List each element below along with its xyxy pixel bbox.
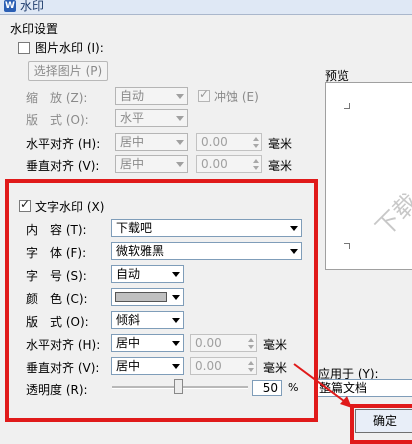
picture-watermark-label: 图片水印 (I):: [35, 41, 104, 55]
washout-checkbox[interactable]: [198, 87, 210, 102]
chevron-down-icon: [176, 94, 184, 99]
picture-valign-offset[interactable]: 0.00: [196, 155, 262, 173]
spin-up-icon: [253, 159, 259, 163]
chevron-down-icon: [176, 162, 184, 167]
choose-picture-button[interactable]: 选择图片 (P): [28, 61, 108, 81]
picture-valign-select[interactable]: 居中: [115, 155, 188, 173]
highlight-box-text-watermark: [5, 179, 318, 422]
picture-halign-value: 居中: [120, 135, 145, 149]
picture-valign-offset-value: 0.00: [201, 157, 228, 171]
picture-halign-select[interactable]: 居中: [115, 133, 188, 151]
picture-layout-select[interactable]: 水平: [115, 109, 188, 127]
picture-halign-offset[interactable]: 0.00: [196, 133, 262, 151]
window-title: 水印: [20, 0, 45, 13]
picture-layout-label: 版 式 (O):: [26, 113, 89, 127]
arrow-annotation-icon: [293, 363, 352, 408]
chevron-down-icon: [176, 140, 184, 145]
margin-corner-mark: [344, 243, 350, 249]
picture-watermark-checkbox[interactable]: [18, 42, 30, 54]
margin-corner-mark: [344, 103, 350, 109]
scale-label: 缩 放 (Z):: [26, 91, 88, 105]
picture-halign-label: 水平对齐 (H):: [26, 137, 101, 151]
ok-button[interactable]: 确定: [355, 409, 412, 433]
chevron-down-icon: [176, 116, 184, 121]
title-bar: W 水印: [0, 0, 412, 15]
washout-label: 冲蚀 (E): [214, 90, 259, 104]
preview-pane: [325, 82, 412, 270]
picture-layout-value: 水平: [120, 111, 145, 125]
picture-valign-label: 垂直对齐 (V):: [26, 159, 100, 173]
section-title: 水印设置: [10, 22, 59, 36]
app-icon: W: [4, 0, 16, 12]
spin-up-icon: [253, 137, 259, 141]
scale-select[interactable]: 自动: [115, 87, 188, 105]
picture-halign-unit: 毫米: [268, 137, 293, 151]
picture-halign-offset-value: 0.00: [201, 135, 228, 149]
spin-down-icon: [253, 166, 259, 170]
scale-value: 自动: [120, 89, 145, 103]
picture-valign-value: 居中: [120, 157, 145, 171]
picture-valign-unit: 毫米: [268, 159, 293, 173]
spin-down-icon: [253, 144, 259, 148]
